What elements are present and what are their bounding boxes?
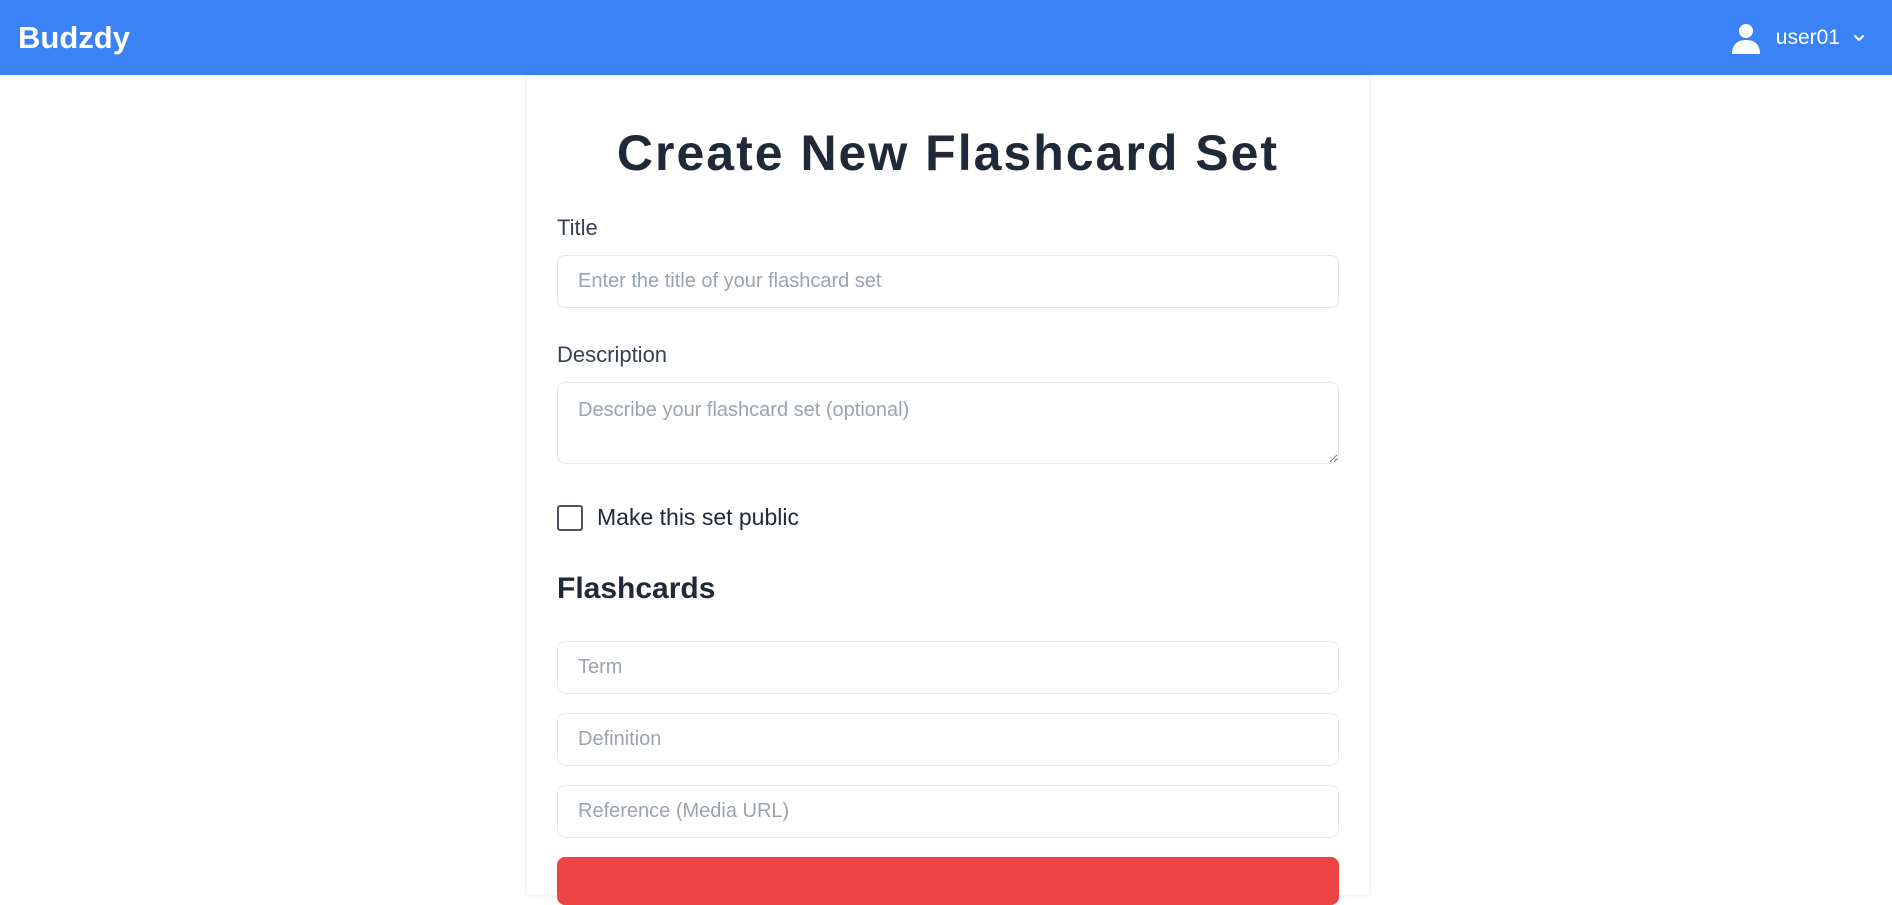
public-option: Make this set public — [557, 504, 1339, 531]
reference-url-input[interactable] — [557, 785, 1339, 838]
title-label: Title — [557, 215, 598, 240]
description-textarea[interactable] — [557, 382, 1339, 464]
description-label: Description — [557, 342, 668, 367]
definition-input[interactable] — [557, 713, 1339, 766]
chevron-down-icon — [1852, 31, 1866, 45]
username-label: user01 — [1775, 25, 1840, 49]
flashcard-item — [557, 641, 1339, 905]
flashcard-action-button[interactable] — [557, 857, 1339, 905]
brand-logo[interactable]: Budzdy — [18, 20, 130, 56]
top-navbar: Budzdy user01 — [0, 0, 1892, 75]
flashcards-heading: Flashcards — [557, 572, 716, 605]
create-set-card: Create New Flashcard Set Title Descripti… — [527, 75, 1369, 905]
term-input[interactable] — [557, 641, 1339, 694]
public-checkbox[interactable] — [557, 504, 583, 531]
page-title: Create New Flashcard Set — [616, 125, 1280, 181]
user-menu[interactable]: user01 — [1730, 22, 1866, 54]
title-input[interactable] — [557, 255, 1339, 308]
user-icon — [1730, 22, 1762, 54]
public-checkbox-label[interactable]: Make this set public — [597, 504, 799, 531]
